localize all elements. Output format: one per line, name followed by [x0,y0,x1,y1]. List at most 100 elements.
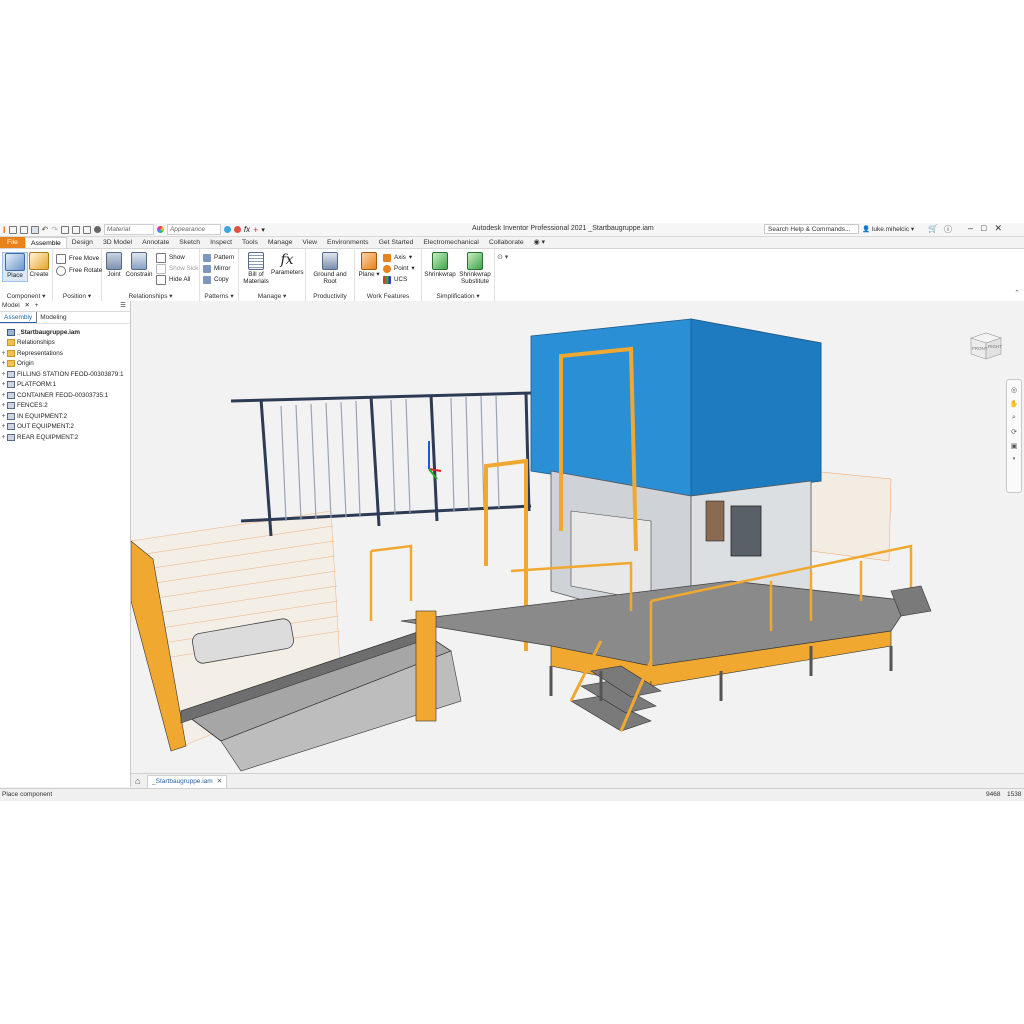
parameters-button[interactable]: fx Parameters [271,252,304,276]
free-move-button[interactable]: Free Move [56,253,99,264]
minimize-icon[interactable]: – [968,223,973,234]
relationships-panel-label[interactable]: Relationships ▾ [102,292,199,300]
shrinkwrap-button[interactable]: Shrinkwrap [424,252,456,278]
tab-get-started[interactable]: Get Started [374,237,419,248]
manage-panel-label[interactable]: Manage ▾ [239,292,305,300]
tab-design[interactable]: Design [67,237,98,248]
copy-button[interactable]: Copy [203,275,229,284]
free-rotate-button[interactable]: Free Rotate [56,265,102,276]
tab-environments[interactable]: Environments [322,237,374,248]
new-icon[interactable] [8,225,17,234]
update-icon[interactable] [71,225,80,234]
clear-appearance-icon[interactable] [233,226,241,233]
simplification-panel-label[interactable]: Simplification ▾ [422,292,494,300]
tab-collaborate[interactable]: Collaborate [484,237,529,248]
material-dropdown[interactable]: Material [103,224,154,235]
tab-sketch[interactable]: Sketch [174,237,205,248]
graphics-viewport[interactable]: FRONT RIGHT ◎ ✋ ⌕ ⟳ ▣ ▾ [131,301,1024,773]
expand-icon[interactable]: + [0,413,7,420]
tree-node[interactable]: + Origin [0,359,130,370]
customize-icon[interactable]: ▾ [261,226,265,234]
pan-icon[interactable]: ✋ [1007,400,1021,408]
tree-node[interactable]: + OUT EQUIPMENT:2 [0,422,130,433]
zoom-icon[interactable]: ⌕ [1007,414,1021,422]
browser-tab-assembly[interactable]: Assembly [0,312,37,323]
select-icon[interactable] [82,225,91,234]
ground-and-root-button[interactable]: Ground and Root [310,252,350,285]
undo-icon[interactable]: ↶ [42,225,49,234]
adjust-icon[interactable] [223,226,231,233]
tree-node[interactable]: + Representations [0,348,130,359]
tab-electromechanical[interactable]: Electromechanical [418,237,484,248]
browser-menu-icon[interactable]: ☰ [120,301,126,311]
expand-icon[interactable]: + [0,402,7,409]
expand-icon[interactable]: + [0,371,7,378]
home-icon[interactable]: ⌂ [135,776,140,786]
tab-tools[interactable]: Tools [237,237,263,248]
view-cube-right[interactable]: RIGHT [988,344,1002,349]
close-icon[interactable]: ✕ [994,223,1002,234]
tab-inspect[interactable]: Inspect [205,237,237,248]
tree-root[interactable]: _Startbaugruppe.iam [0,327,130,338]
tab-file[interactable]: File [0,237,25,248]
fx-icon[interactable]: fx [244,225,250,234]
component-panel-label[interactable]: Component ▾ [0,292,52,300]
maximize-icon[interactable]: □ [981,223,986,234]
expand-icon[interactable]: + [0,423,7,430]
view-cube-front[interactable]: FRONT [972,346,988,351]
ucs-button[interactable]: UCS [383,275,407,284]
search-help-input[interactable]: Search Help & Commands... [764,224,859,234]
tree-node[interactable]: + IN EQUIPMENT:2 [0,411,130,422]
show-sick-button[interactable]: Show Sick [156,263,198,274]
expand-icon[interactable]: + [0,381,7,388]
expand-icon[interactable]: + [0,350,7,357]
browser-tab-modeling[interactable]: Modeling [36,312,70,323]
appearance-dropdown[interactable]: Appearance [166,224,221,235]
user-account[interactable]: 👤 luke.mihelcic ▾ [862,225,914,233]
navbar-options-icon[interactable]: ▾ [1007,456,1021,462]
pattern-button[interactable]: Pattern [203,253,234,262]
save-icon[interactable] [30,225,39,234]
tab-extra-options-icon[interactable]: ◉ ▾ [529,237,550,248]
open-icon[interactable] [19,225,28,234]
point-button[interactable]: Point ▾ [383,264,415,273]
plane-button[interactable]: Plane ▾ [358,252,380,278]
tree-node[interactable]: + FILLING STATION FEOD-00303879:1 [0,369,130,380]
shrinkwrap-substitute-button[interactable]: Shrinkwrap Substitute [458,252,492,285]
expand-icon[interactable]: + [0,434,7,441]
steering-wheel-icon[interactable]: ◎ [1007,386,1021,394]
ribbon-options-icon[interactable]: ⊙ ▾ [497,253,508,261]
expand-icon[interactable]: + [0,360,7,367]
look-at-icon[interactable]: ▣ [1007,442,1021,450]
tab-manage[interactable]: Manage [263,237,298,248]
plus-icon[interactable]: + [253,225,258,235]
tab-assemble[interactable]: Assemble [24,237,67,248]
mirror-button[interactable]: Mirror [203,264,230,273]
show-button[interactable]: Show [156,252,185,263]
constrain-button[interactable]: Constrain [125,252,153,278]
ribbon-collapse-icon[interactable]: ⌃ [1014,289,1020,297]
joint-button[interactable]: Joint [105,252,123,278]
tree-node[interactable]: + PLATFORM:1 [0,380,130,391]
expand-icon[interactable]: + [0,392,7,399]
help-icon[interactable]: ⓘ [944,224,952,235]
home-view-icon[interactable] [60,225,69,234]
inventor-logo-icon[interactable]: I [3,225,6,235]
tree-node[interactable]: + CONTAINER FEOD-00303735:1 [0,390,130,401]
document-tab-close-icon[interactable]: ✕ [217,778,222,785]
patterns-panel-label[interactable]: Patterns ▾ [200,292,238,300]
cart-icon[interactable]: 🛒 [928,224,938,235]
tab-3d-model[interactable]: 3D Model [98,237,137,248]
redo-icon[interactable]: ↷ [51,225,58,234]
tab-view[interactable]: View [297,237,322,248]
place-button[interactable]: Place [2,252,28,282]
tree-node[interactable]: + FENCES:2 [0,401,130,412]
position-panel-label[interactable]: Position ▾ [53,292,101,300]
view-cube[interactable]: FRONT RIGHT [969,331,1003,361]
axis-button[interactable]: Axis ▾ [383,253,412,262]
tab-annotate[interactable]: Annotate [137,237,174,248]
bill-of-materials-button[interactable]: Bill of Materials [241,252,271,285]
hide-all-button[interactable]: Hide All [156,274,190,285]
tree-node[interactable]: + REAR EQUIPMENT:2 [0,432,130,443]
orbit-icon[interactable]: ⟳ [1007,428,1021,436]
